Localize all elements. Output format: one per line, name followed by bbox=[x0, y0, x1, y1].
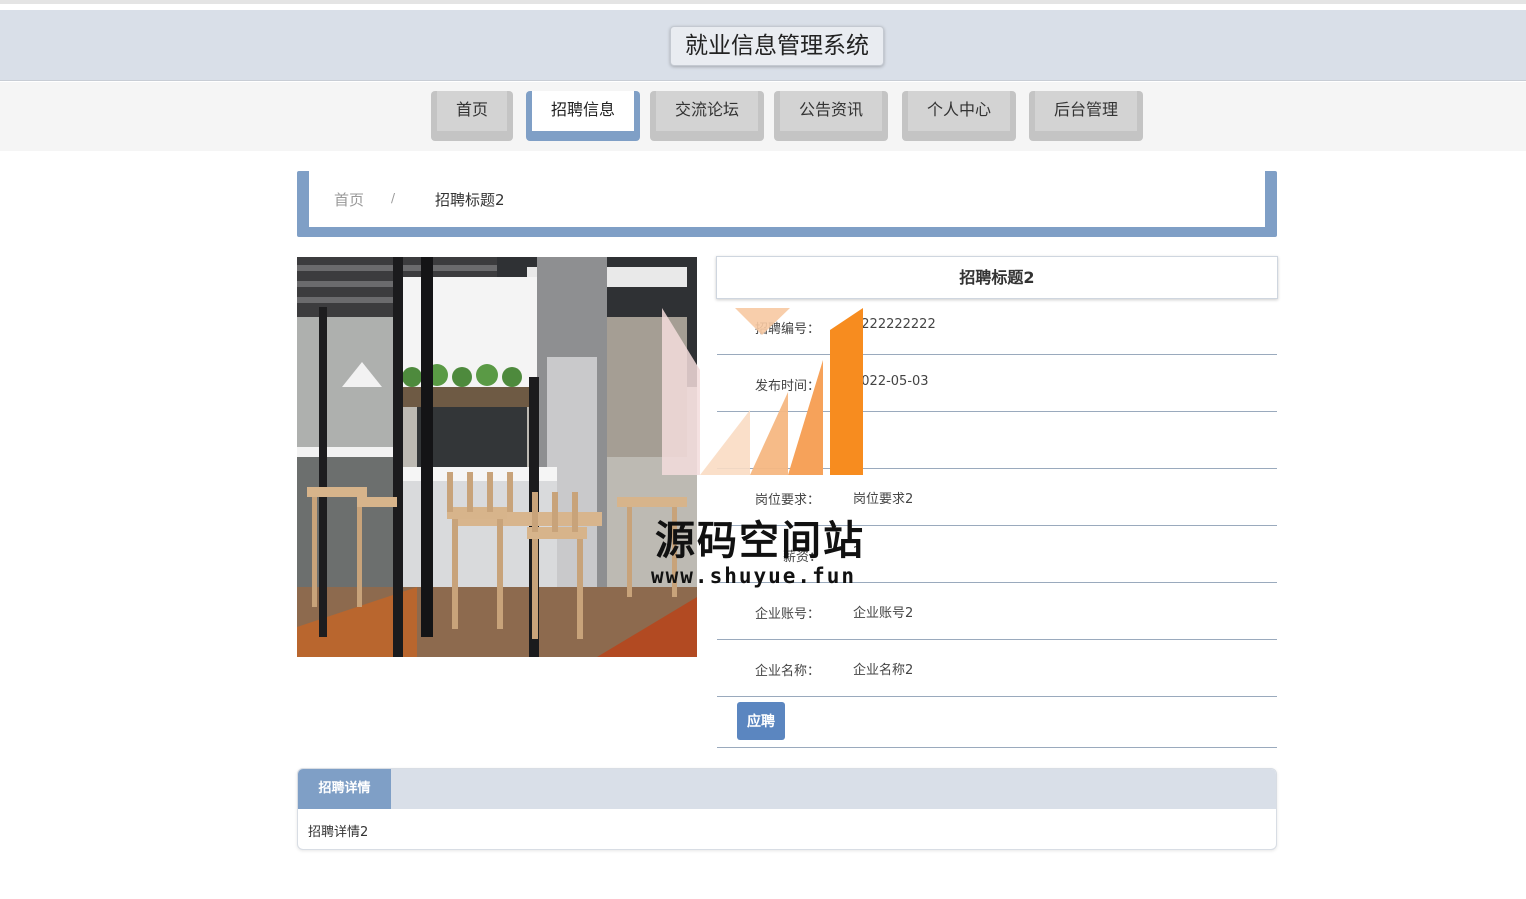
info-value: 2022-05-03 bbox=[853, 374, 929, 389]
info-value: 岗位要求2 bbox=[853, 492, 914, 507]
site-header: 就业信息管理系统 bbox=[0, 10, 1526, 81]
info-label: 企业账号： bbox=[755, 607, 821, 622]
job-image bbox=[297, 257, 697, 657]
details-content: 招聘详情2 bbox=[308, 825, 369, 840]
apply-row: 应聘 bbox=[717, 697, 1277, 748]
nav-label: 个人中心 bbox=[908, 91, 1010, 131]
watermark-url: www.shuyue.fun bbox=[651, 564, 857, 588]
info-row-company-account: 企业账号： 企业账号2 bbox=[717, 583, 1277, 640]
nav-label: 公告资讯 bbox=[780, 91, 882, 131]
breadcrumb-home-link[interactable]: 首页 bbox=[334, 189, 364, 210]
apply-button[interactable]: 应聘 bbox=[737, 702, 785, 740]
details-tabbar: 招聘详情 bbox=[298, 769, 1276, 809]
info-label: 岗位要求： bbox=[755, 493, 821, 508]
info-value: 企业名称2 bbox=[853, 663, 914, 678]
breadcrumb-separator: / bbox=[391, 191, 396, 205]
info-value: 企业账号2 bbox=[853, 606, 914, 621]
watermark-text: 源码空间站 bbox=[655, 518, 865, 564]
info-value: 2222222222 bbox=[853, 317, 936, 332]
nav-item-recruitment[interactable]: 招聘信息 bbox=[526, 91, 640, 141]
nav-label: 招聘信息 bbox=[532, 91, 634, 131]
main-nav: 首页 招聘信息 交流论坛 公告资讯 个人中心 后台管理 bbox=[0, 82, 1526, 151]
nav-item-home[interactable]: 首页 bbox=[431, 91, 513, 141]
breadcrumb: 首页 / 招聘标题2 bbox=[297, 171, 1277, 237]
nav-item-announcements[interactable]: 公告资讯 bbox=[774, 91, 888, 141]
nav-item-personal-center[interactable]: 个人中心 bbox=[902, 91, 1016, 141]
tab-job-details[interactable]: 招聘详情 bbox=[298, 769, 391, 809]
breadcrumb-inner: 首页 / 招聘标题2 bbox=[309, 171, 1265, 227]
info-label: 招聘编号： bbox=[755, 322, 821, 337]
info-row-publish-time: 发布时间： 2022-05-03 bbox=[717, 355, 1277, 412]
info-row-job-number: 招聘编号： 2222222222 bbox=[717, 298, 1277, 355]
breadcrumb-current: 招聘标题2 bbox=[435, 191, 505, 209]
nav-label: 后台管理 bbox=[1035, 91, 1137, 131]
nav-item-forum[interactable]: 交流论坛 bbox=[650, 91, 764, 141]
cafe-interior-illustration bbox=[297, 257, 697, 657]
nav-label: 交流论坛 bbox=[656, 91, 758, 131]
nav-label: 首页 bbox=[437, 91, 507, 131]
top-strip bbox=[0, 0, 1526, 4]
info-label: 发布时间： bbox=[755, 379, 821, 394]
details-panel: 招聘详情 招聘详情2 bbox=[297, 768, 1277, 850]
info-row-company-name: 企业名称： 企业名称2 bbox=[717, 640, 1277, 697]
job-title: 招聘标题2 bbox=[716, 256, 1278, 299]
nav-item-admin[interactable]: 后台管理 bbox=[1029, 91, 1143, 141]
info-row-hidden bbox=[717, 412, 1277, 469]
info-label: 企业名称： bbox=[755, 664, 821, 679]
site-title: 就业信息管理系统 bbox=[670, 26, 884, 66]
